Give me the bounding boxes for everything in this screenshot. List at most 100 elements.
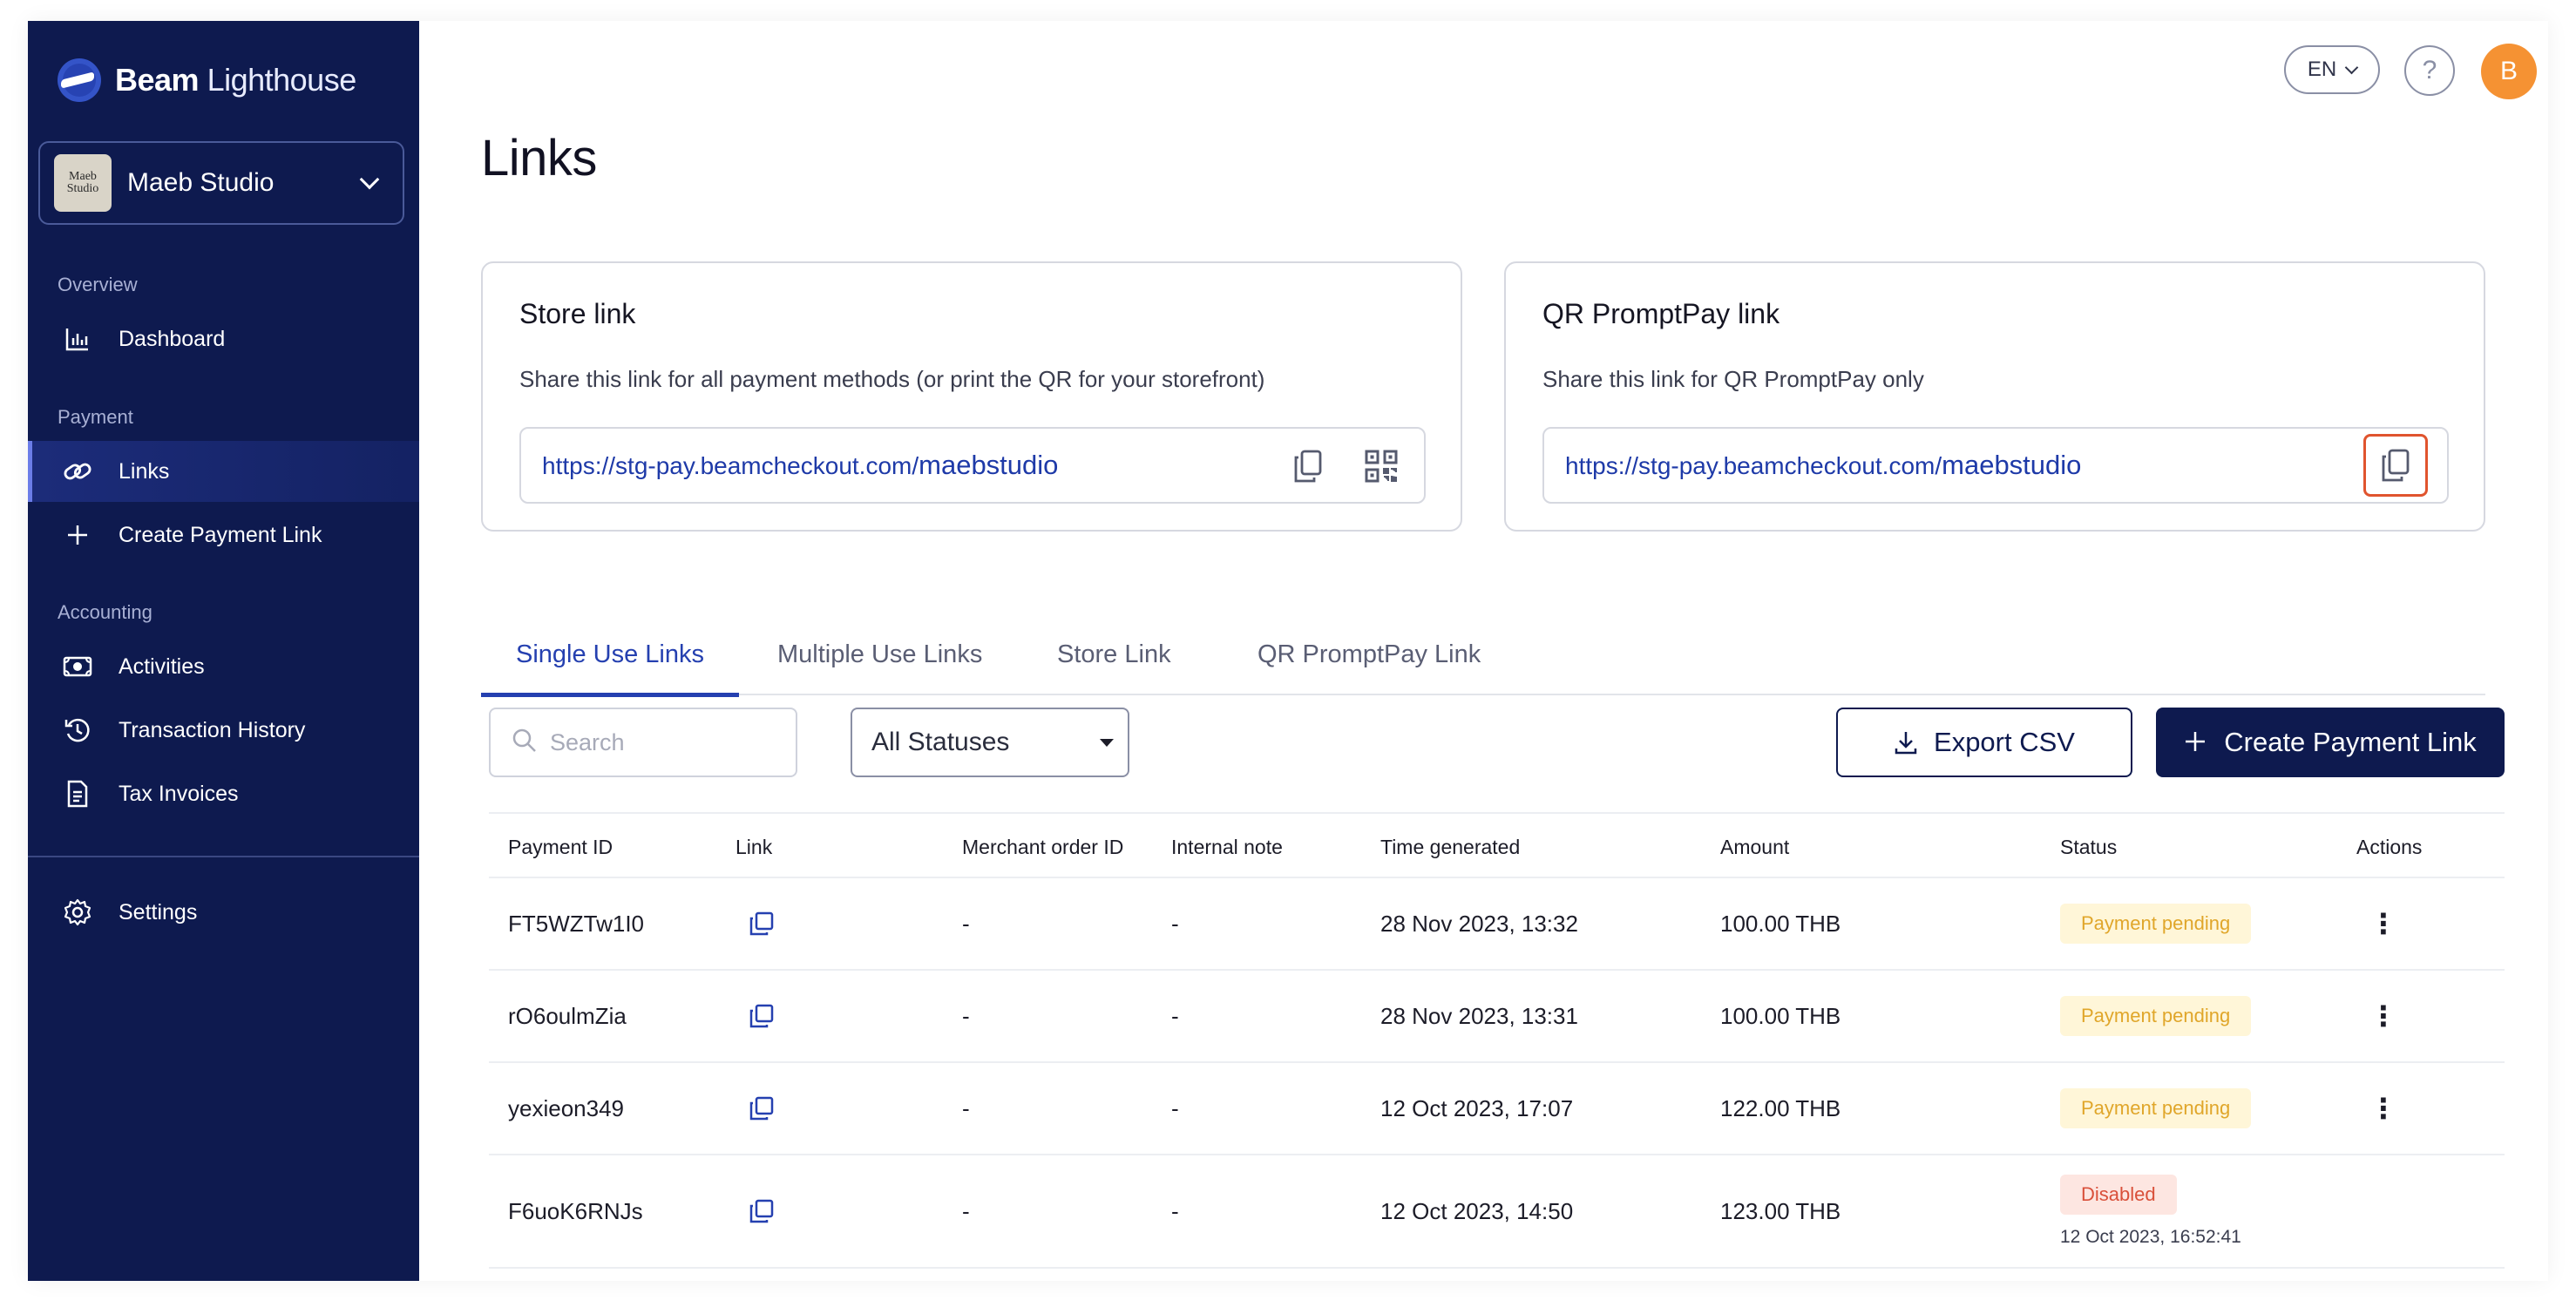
qr-promptpay-card: QR PromptPay link Share this link for QR… xyxy=(1504,261,2485,532)
tab-qr-promptpay-link[interactable]: QR PromptPay Link xyxy=(1257,613,1481,695)
copy-link-icon[interactable] xyxy=(749,878,775,969)
plus-icon xyxy=(63,520,92,550)
sidebar-divider xyxy=(28,856,419,857)
amount: 100.00 THB xyxy=(1720,910,1841,937)
store-avatar: Maeb Studio xyxy=(54,154,112,212)
col-merchant-order-id[interactable]: Merchant order ID xyxy=(962,814,1123,880)
store-link-card: Store link Share this link for all payme… xyxy=(481,261,1462,532)
brand[interactable]: Beam Lighthouse xyxy=(58,58,356,103)
create-payment-link-label: Create Payment Link xyxy=(2224,727,2477,757)
search-icon xyxy=(512,728,538,758)
links-table: Payment ID Link Merchant order ID Intern… xyxy=(489,812,2505,1269)
store-name: Maeb Studio xyxy=(127,168,275,197)
language-selector[interactable]: EN xyxy=(2284,45,2380,94)
user-avatar[interactable]: B xyxy=(2481,44,2537,99)
payment-id: F6uoK6RNJs xyxy=(508,1197,643,1224)
export-csv-button[interactable]: Export CSV xyxy=(1836,708,2132,777)
status-filter-value: All Statuses xyxy=(871,728,1010,756)
sidebar-item-transaction-history[interactable]: Transaction History xyxy=(28,700,419,761)
nav-section-payment: Payment xyxy=(58,406,133,428)
merchant-order-id: - xyxy=(962,1094,970,1121)
row-actions-menu-icon[interactable]: ⋮ xyxy=(2369,971,2397,1061)
tab-multiple-use-links[interactable]: Multiple Use Links xyxy=(777,613,982,695)
page-title: Links xyxy=(481,130,597,186)
sidebar-item-label: Transaction History xyxy=(119,717,306,742)
search-input[interactable] xyxy=(550,728,776,756)
time-generated: 28 Nov 2023, 13:31 xyxy=(1380,1002,1578,1029)
sidebar-item-label: Settings xyxy=(119,899,198,925)
col-link[interactable]: Link xyxy=(736,814,772,880)
status-badge: Disabled xyxy=(2060,1175,2177,1215)
gear-icon xyxy=(63,897,92,927)
sidebar-item-label: Activities xyxy=(119,654,205,679)
payment-id: yexieon349 xyxy=(508,1094,624,1121)
sidebar-item-dashboard[interactable]: Dashboard xyxy=(28,308,419,369)
language-label: EN xyxy=(2307,58,2337,81)
links-tabs: Single Use Links Multiple Use Links Stor… xyxy=(481,613,2485,697)
document-icon xyxy=(63,779,92,809)
tab-store-link[interactable]: Store Link xyxy=(1057,613,1171,695)
copy-link-icon[interactable] xyxy=(749,1063,775,1154)
table-row[interactable]: FT5WZTw1I0 - - 28 Nov 2023, 13:32 100.00… xyxy=(489,878,2505,971)
status-cell: Payment pending xyxy=(2060,971,2252,1061)
link-icon xyxy=(63,457,92,486)
qr-promptpay-link-field[interactable]: https://stg-pay.beamcheckout.com/maebstu… xyxy=(1542,427,2449,504)
col-amount[interactable]: Amount xyxy=(1720,814,1789,880)
sidebar-item-activities[interactable]: Activities xyxy=(28,636,419,697)
col-internal-note[interactable]: Internal note xyxy=(1171,814,1283,880)
create-payment-link-button[interactable]: Create Payment Link xyxy=(2156,708,2505,777)
row-actions-menu-icon[interactable]: ⋮ xyxy=(2369,1063,2397,1154)
card-title: Store link xyxy=(519,298,636,329)
sidebar-item-tax-invoices[interactable]: Tax Invoices xyxy=(28,763,419,824)
status-cell: Disabled 12 Oct 2023, 16:52:41 xyxy=(2060,1155,2241,1267)
store-link-url[interactable]: https://stg-pay.beamcheckout.com/maebstu… xyxy=(542,450,1058,481)
main-content: EN ? B Links Store link Share this link … xyxy=(419,21,2548,1281)
sidebar: Beam Lighthouse Maeb Studio Maeb Studio … xyxy=(28,21,419,1281)
amount: 100.00 THB xyxy=(1720,1002,1841,1029)
table-row[interactable]: rO6oulmZia - - 28 Nov 2023, 13:31 100.00… xyxy=(489,971,2505,1063)
status-cell: Payment pending xyxy=(2060,878,2252,969)
amount: 122.00 THB xyxy=(1720,1094,1841,1121)
merchant-order-id: - xyxy=(962,1197,970,1224)
card-description: Share this link for all payment methods … xyxy=(519,366,1265,392)
status-badge: Payment pending xyxy=(2060,904,2252,944)
caret-down-icon xyxy=(1100,739,1114,747)
copy-icon[interactable] xyxy=(1286,444,1330,488)
table-row[interactable]: F6uoK6RNJs - - 12 Oct 2023, 14:50 123.00… xyxy=(489,1155,2505,1269)
search-field[interactable] xyxy=(489,708,797,777)
merchant-order-id: - xyxy=(962,910,970,937)
status-badge: Payment pending xyxy=(2060,1088,2252,1128)
copy-icon[interactable] xyxy=(2363,434,2428,497)
time-generated: 12 Oct 2023, 14:50 xyxy=(1380,1197,1574,1224)
sidebar-item-settings[interactable]: Settings xyxy=(28,882,419,943)
store-link-field[interactable]: https://stg-pay.beamcheckout.com/maebstu… xyxy=(519,427,1426,504)
payment-id: rO6oulmZia xyxy=(508,1002,627,1029)
tab-single-use-links[interactable]: Single Use Links xyxy=(481,613,739,697)
brand-name: Beam Lighthouse xyxy=(115,62,356,98)
row-actions-menu-icon[interactable]: ⋮ xyxy=(2369,878,2397,969)
copy-link-icon[interactable] xyxy=(749,1155,775,1267)
store-switcher[interactable]: Maeb Studio Maeb Studio xyxy=(38,141,404,225)
status-filter-select[interactable]: All Statuses xyxy=(851,708,1129,777)
col-status[interactable]: Status xyxy=(2060,814,2117,880)
money-icon xyxy=(63,652,92,681)
copy-link-icon[interactable] xyxy=(749,971,775,1061)
status-badge: Payment pending xyxy=(2060,996,2252,1036)
app-window: Beam Lighthouse Maeb Studio Maeb Studio … xyxy=(28,21,2548,1281)
qr-code-icon[interactable] xyxy=(1359,444,1403,488)
sidebar-item-links[interactable]: Links xyxy=(28,441,419,502)
download-icon xyxy=(1894,729,1918,755)
sidebar-item-label: Links xyxy=(119,458,170,484)
table-header: Payment ID Link Merchant order ID Intern… xyxy=(489,812,2505,878)
internal-note: - xyxy=(1171,1002,1179,1029)
sidebar-item-create-payment-link[interactable]: Create Payment Link xyxy=(28,505,419,566)
nav-section-overview: Overview xyxy=(58,274,138,295)
status-cell: Payment pending xyxy=(2060,1063,2252,1154)
internal-note: - xyxy=(1171,910,1179,937)
col-time-generated[interactable]: Time generated xyxy=(1380,814,1520,880)
col-payment-id[interactable]: Payment ID xyxy=(508,814,613,880)
help-button[interactable]: ? xyxy=(2404,45,2455,96)
qr-promptpay-link-url[interactable]: https://stg-pay.beamcheckout.com/maebstu… xyxy=(1565,450,2081,481)
time-generated: 28 Nov 2023, 13:32 xyxy=(1380,910,1578,937)
table-row[interactable]: yexieon349 - - 12 Oct 2023, 17:07 122.00… xyxy=(489,1063,2505,1155)
